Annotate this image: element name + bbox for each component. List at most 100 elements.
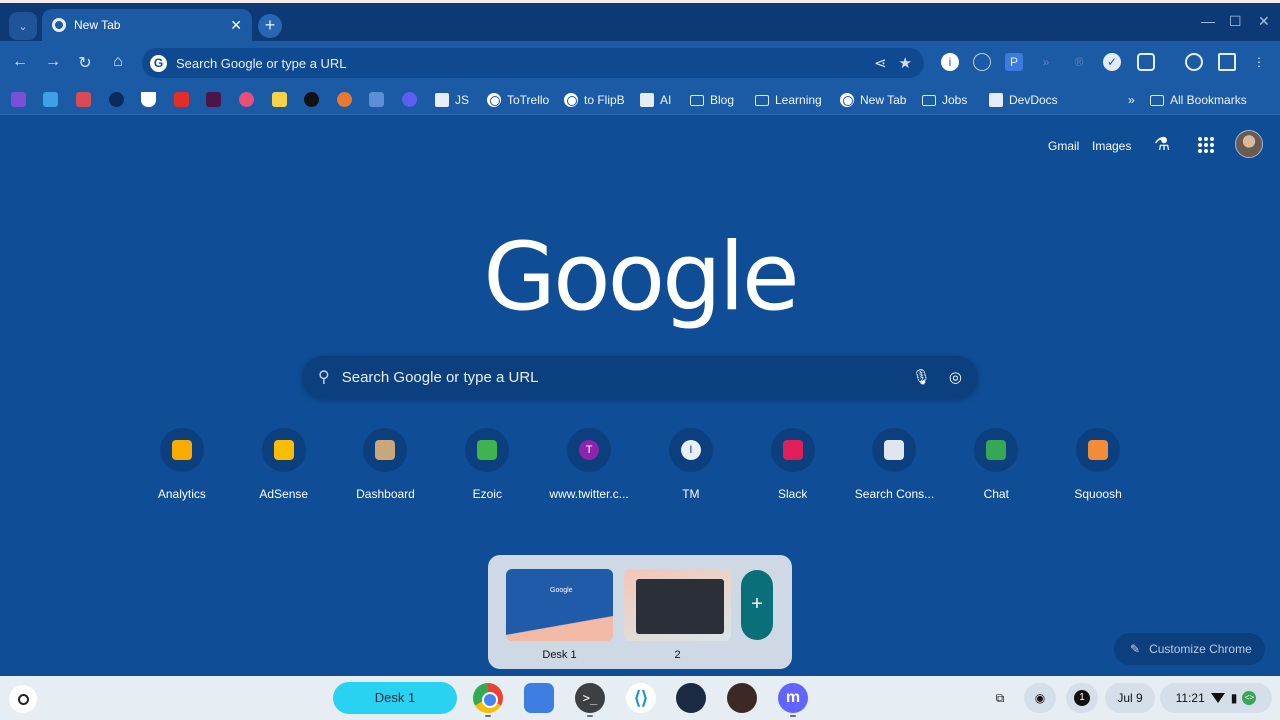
shortcut-tile[interactable]: Ezoic: [436, 428, 538, 501]
squoosh-app-icon[interactable]: [727, 683, 757, 713]
youtube-icon[interactable]: [174, 92, 189, 107]
add-desk-button[interactable]: +: [741, 570, 773, 640]
lens-camera-icon[interactable]: ◎: [949, 368, 962, 386]
mini-google-logo: Google: [550, 587, 573, 594]
bookmark-icon[interactable]: [272, 92, 287, 107]
shortcut-tile[interactable]: Dashboard: [335, 428, 437, 501]
microphone-icon[interactable]: 🎙: [912, 368, 931, 386]
desk-name[interactable]: Desk 1: [506, 649, 613, 661]
google-apps-icon[interactable]: [1198, 137, 1214, 153]
all-bookmarks-folder[interactable]: All Bookmarks: [1150, 91, 1247, 109]
home-button[interactable]: ⌂: [108, 53, 128, 71]
avatar[interactable]: [1235, 130, 1263, 158]
shortcut-label: Dashboard: [356, 487, 415, 501]
bookmark-ai[interactable]: AI: [640, 91, 671, 109]
back-button[interactable]: ←: [10, 53, 30, 71]
extension-icon[interactable]: [973, 53, 991, 71]
bookmarks-overflow-button[interactable]: »: [1128, 91, 1135, 109]
extensions-puzzle-icon[interactable]: [1137, 53, 1155, 71]
performance-icon[interactable]: [1185, 53, 1203, 71]
bookmark-icon[interactable]: [337, 92, 352, 107]
toolbar: ← → ↻ ⌂ G Search Google or type a URL ⋖ …: [0, 41, 1280, 85]
reload-button[interactable]: ↻: [75, 53, 95, 73]
bookmark-js[interactable]: JS: [435, 91, 469, 109]
bookmarks-bar: JS ToTrello to FlipB AI Blog Learning Ne…: [0, 85, 1280, 115]
shortcut-tile[interactable]: AdSense: [233, 428, 335, 501]
github-icon[interactable]: [304, 92, 319, 107]
tab-close-icon[interactable]: ✕: [230, 17, 242, 34]
vscode-app-icon[interactable]: ⟨⟩: [626, 683, 656, 713]
new-tab-button[interactable]: +: [258, 14, 282, 38]
terminal-app-icon[interactable]: >_: [575, 683, 605, 713]
shortcut-tile[interactable]: Squoosh: [1047, 428, 1149, 501]
shortcut-tile[interactable]: Analytics: [131, 428, 233, 501]
bookmark-folder-jobs[interactable]: Jobs: [922, 91, 967, 109]
desk-button[interactable]: Desk 1: [333, 682, 457, 714]
bookmark-totrello[interactable]: ToTrello: [487, 91, 549, 109]
labs-flask-icon[interactable]: ⚗: [1154, 134, 1170, 155]
menu-icon[interactable]: ⋮: [1250, 53, 1268, 71]
bookmark-folder-blog[interactable]: Blog: [690, 91, 734, 109]
images-link[interactable]: Images: [1092, 139, 1131, 153]
pencil-icon: ✎: [1130, 642, 1141, 656]
bookmark-icon[interactable]: [76, 92, 91, 107]
audio-icon[interactable]: ◉: [1024, 683, 1056, 713]
share-icon[interactable]: ⋖: [874, 54, 887, 72]
shortcut-favicon-icon: [477, 440, 498, 460]
maximize-button[interactable]: ☐: [1229, 13, 1242, 30]
screen-capture-icon[interactable]: ⧉: [984, 683, 1016, 713]
bookmark-icon[interactable]: [43, 92, 58, 107]
desk-1-thumbnail[interactable]: Google: [506, 569, 613, 641]
shortcut-favicon-icon: [375, 440, 396, 460]
steam-app-icon[interactable]: [676, 683, 706, 713]
bookmark-star-icon[interactable]: ★: [899, 54, 912, 72]
shortcut-tile[interactable]: Chat: [945, 428, 1047, 501]
omnibox-text: Search Google or type a URL: [176, 55, 347, 71]
shortcut-tile[interactable]: I TM: [640, 428, 742, 501]
shortcut-label: Analytics: [157, 487, 206, 501]
bookmark-icon[interactable]: [109, 92, 124, 107]
minimize-button[interactable]: —: [1201, 13, 1215, 29]
bookmark-icon[interactable]: [239, 92, 254, 107]
tab-new-tab[interactable]: New Tab ✕: [42, 9, 252, 41]
slack-icon[interactable]: [206, 92, 221, 107]
extension-icon[interactable]: P: [1005, 53, 1023, 71]
shortcut-tile[interactable]: Slack: [742, 428, 844, 501]
bookmark-icon[interactable]: [11, 92, 26, 107]
bookmark-icon[interactable]: [369, 92, 384, 107]
shortcut-label: Chat: [983, 487, 1009, 501]
extension-icon[interactable]: ✓: [1103, 53, 1121, 71]
forward-button[interactable]: →: [43, 53, 63, 71]
files-app-icon[interactable]: [524, 683, 554, 713]
page-icon: [640, 93, 654, 107]
chrome-app-icon[interactable]: [473, 683, 503, 713]
search-input[interactable]: [341, 368, 894, 386]
shortcut-tile[interactable]: Twww.twitter.c...: [538, 428, 640, 501]
status-area[interactable]: 11:21 ▮ <>: [1160, 683, 1272, 713]
close-window-button[interactable]: ✕: [1258, 13, 1270, 30]
customize-chrome-button[interactable]: ✎ Customize Chrome: [1114, 633, 1265, 665]
desk-2-thumbnail[interactable]: [624, 569, 731, 641]
gmail-link[interactable]: Gmail: [1048, 139, 1079, 153]
tab-search-button[interactable]: ⌄: [9, 12, 37, 40]
notification-counter[interactable]: 1: [1066, 683, 1098, 713]
bookmark-icon[interactable]: [141, 92, 156, 107]
side-panel-icon[interactable]: [1218, 53, 1236, 71]
bookmark-label: Learning: [775, 93, 822, 107]
omnibox[interactable]: G Search Google or type a URL ⋖ ★: [142, 48, 924, 78]
extension-icon[interactable]: »: [1037, 53, 1055, 71]
bookmark-new-tab[interactable]: New Tab: [840, 91, 906, 109]
extension-icon[interactable]: i: [941, 53, 959, 71]
bookmark-to-flipb[interactable]: to FlipB: [564, 91, 625, 109]
mastodon-app-icon[interactable]: m: [778, 683, 808, 713]
extension-icon[interactable]: ®: [1070, 53, 1088, 71]
shortcut-tile[interactable]: Search Cons...: [844, 428, 946, 501]
shortcut-favicon-icon: T: [579, 440, 600, 460]
search-box[interactable]: ⚲ 🎙 ◎: [302, 356, 978, 398]
date-tray[interactable]: Jul 9: [1105, 683, 1155, 713]
launcher-button[interactable]: [9, 685, 37, 713]
bookmark-devdocs[interactable]: DevDocs: [989, 91, 1058, 109]
desk-name[interactable]: 2: [624, 649, 731, 661]
bookmark-folder-learning[interactable]: Learning: [755, 91, 822, 109]
bookmark-icon[interactable]: [402, 92, 417, 107]
